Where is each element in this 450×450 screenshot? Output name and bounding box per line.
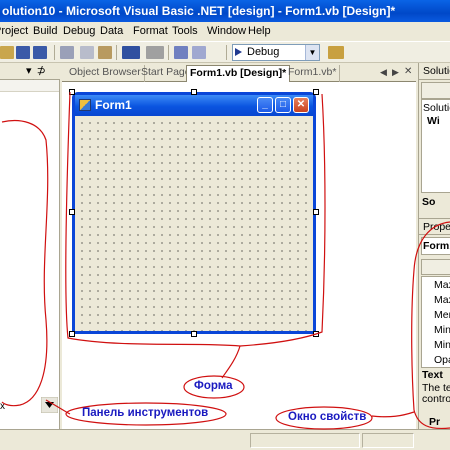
menu-window[interactable]: Window <box>207 22 246 41</box>
resize-handle[interactable] <box>191 89 197 95</box>
chevron-down-icon[interactable]: ▼ <box>305 45 319 60</box>
solution-explorer-toolbar <box>421 82 450 99</box>
annotation-label-properties: Окно свойств <box>288 411 367 423</box>
menu-data[interactable]: Data <box>100 22 123 41</box>
solution-config-select[interactable]: Debug ▼ <box>232 44 320 61</box>
menu-help[interactable]: Help <box>248 22 271 41</box>
paste-icon[interactable] <box>98 46 112 59</box>
status-pane <box>250 433 360 448</box>
tab-form1-code[interactable]: Form1.vb* <box>285 65 341 82</box>
document-tabs: Object Browser Start Page Form1.vb [Desi… <box>62 63 416 83</box>
vs-ide-window: olution10 - Microsoft Visual Basic .NET … <box>0 0 450 450</box>
cut-icon[interactable] <box>60 46 74 59</box>
menu-debug[interactable]: Debug <box>63 22 95 41</box>
toolbox-panel: ▾ ⊅ ✕ x <box>0 63 60 429</box>
resize-handle[interactable] <box>69 209 75 215</box>
toolbox-scroll-down[interactable] <box>40 396 59 414</box>
tab-close-icon[interactable]: ✕ <box>404 66 412 77</box>
properties-object-select[interactable]: Form1 <box>421 237 450 255</box>
copy-icon[interactable] <box>80 46 94 59</box>
right-dock-panel: Solutio Solution Wi So Propert Form1 Max… <box>418 63 450 450</box>
resize-handle[interactable] <box>313 209 319 215</box>
status-pane <box>362 433 414 448</box>
start-icon[interactable] <box>235 48 242 56</box>
properties-header: Propert <box>419 218 450 235</box>
resize-handle[interactable] <box>313 331 319 337</box>
save-icon[interactable] <box>16 46 30 59</box>
annotation-label-form: Форма <box>194 380 233 392</box>
tab-object-browser[interactable]: Object Browser <box>66 65 145 82</box>
resize-handle[interactable] <box>69 331 75 337</box>
resize-handle[interactable] <box>313 89 319 95</box>
property-row[interactable]: Men <box>434 309 450 321</box>
tab-properties[interactable]: Pr <box>429 416 450 428</box>
menu-bar: Project Build Debug Data Format Tools Wi… <box>0 22 450 41</box>
navigate-forward-icon[interactable] <box>192 46 206 59</box>
properties-toolbar <box>421 259 450 275</box>
redo-icon[interactable] <box>146 46 164 59</box>
scroll-down-icon[interactable] <box>40 396 59 414</box>
property-row[interactable]: Max <box>434 294 450 306</box>
property-row[interactable]: Mini <box>434 339 450 351</box>
form1-client-area[interactable] <box>75 116 313 331</box>
toolbar-separator <box>54 45 55 60</box>
toolbar-separator <box>116 45 117 60</box>
toolbox-tab-strip <box>0 80 59 92</box>
toolbox-item-partial[interactable]: x <box>0 401 5 412</box>
menu-project[interactable]: Project <box>0 22 28 41</box>
menu-tools[interactable]: Tools <box>172 22 198 41</box>
menu-build[interactable]: Build <box>33 22 57 41</box>
tree-project-node[interactable]: Wi <box>427 115 450 127</box>
property-description-line: control <box>422 393 450 405</box>
open-project-icon[interactable] <box>0 46 14 59</box>
toolbar-separator <box>226 45 227 60</box>
solution-tree[interactable]: Solution Wi <box>421 99 450 193</box>
tab-scroll-right-icon[interactable]: ▶ <box>392 67 399 78</box>
property-row[interactable]: Opa <box>434 354 450 366</box>
status-bar <box>0 429 450 450</box>
resize-handle[interactable] <box>191 331 197 337</box>
tab-scroll-left-icon[interactable]: ◀ <box>380 67 387 78</box>
property-description-title: Text <box>422 369 443 381</box>
navigate-back-icon[interactable] <box>174 46 188 59</box>
minimize-icon[interactable]: _ <box>257 97 273 113</box>
save-all-icon[interactable] <box>33 46 47 59</box>
form1-title: Form1 <box>95 98 132 112</box>
form-icon <box>79 99 91 111</box>
property-row[interactable]: Max <box>434 279 450 291</box>
resize-handle[interactable] <box>69 89 75 95</box>
tab-form1-design[interactable]: Form1.vb [Design]* <box>186 65 291 83</box>
annotation-label-toolbox: Панель инструментов <box>82 407 209 419</box>
tree-solution-node[interactable]: Solution <box>423 102 450 114</box>
window-title-bar: olution10 - Microsoft Visual Basic .NET … <box>0 0 450 22</box>
property-row[interactable]: Mini <box>434 324 450 336</box>
form1-window[interactable]: Form1 _ □ ✕ <box>72 92 316 334</box>
maximize-icon[interactable]: □ <box>275 97 291 113</box>
solution-explorer-header: Solutio <box>419 63 450 80</box>
solution-config-value: Debug <box>247 46 280 58</box>
find-icon[interactable] <box>328 46 344 59</box>
toolbar-separator <box>168 45 169 60</box>
close-icon[interactable]: ✕ <box>293 97 309 113</box>
window-title: olution10 - Microsoft Visual Basic .NET … <box>2 4 396 18</box>
undo-icon[interactable] <box>122 46 140 59</box>
properties-grid[interactable]: Max Max Men Mini Mini Opa <box>421 276 450 368</box>
properties-object-name: Form1 <box>423 240 450 252</box>
tab-solution-explorer[interactable]: So <box>422 196 450 208</box>
standard-toolbar: Debug ▼ <box>0 41 450 63</box>
toolbox-header: ▾ ⊅ ✕ <box>0 63 60 90</box>
menu-format[interactable]: Format <box>133 22 168 41</box>
form1-title-bar[interactable]: Form1 _ □ ✕ <box>75 95 313 116</box>
